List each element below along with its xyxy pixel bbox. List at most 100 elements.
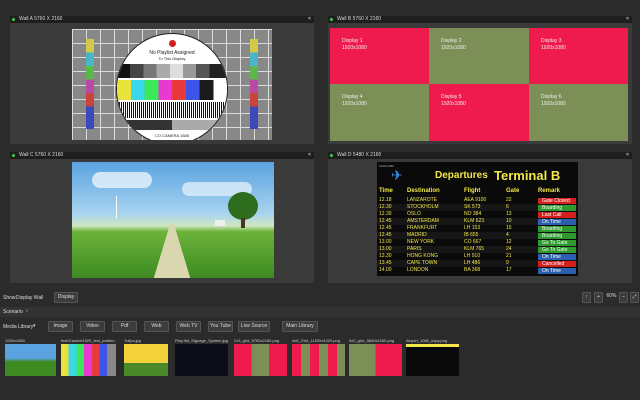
row-destination: NEW YORK <box>407 239 435 245</box>
tab-main-library[interactable]: Main Library <box>282 321 318 332</box>
display-name: Display 2 <box>441 38 462 44</box>
close-icon[interactable]: ✕ <box>625 17 630 22</box>
house-image <box>215 220 225 226</box>
path-image <box>152 224 192 278</box>
test-pattern-screen[interactable]: No Playlist Assigned To This Display CO … <box>72 29 272 140</box>
test-pattern-circle: No Playlist Assigned To This Display CO … <box>116 33 228 140</box>
row-flight: KLM 623 <box>464 218 485 224</box>
fullscreen-icon[interactable]: ⤢ <box>630 292 639 303</box>
chevron-down-icon[interactable]: ▾ <box>33 323 36 329</box>
display-res: 1920x1080 <box>541 101 566 107</box>
media-library-select[interactable]: Media Library <box>3 324 33 330</box>
wall-b-header: Wall B 5760 X 2160 ✕ <box>328 16 632 23</box>
row-time: 12.18 <box>379 197 392 203</box>
departure-row: 14.00 LONDON BA 368 17 On Time <box>377 267 577 274</box>
terminal-label: Terminal B <box>494 168 561 183</box>
wall-c-panel[interactable]: Wall C 5760 X 2160 ✕ <box>10 152 314 283</box>
display-tile-3[interactable]: Display 3 1920x1080 <box>529 28 628 84</box>
chevron-right-icon: › <box>26 308 28 314</box>
thumb-grid-4x6[interactable] <box>292 344 345 376</box>
display-tile-6[interactable]: Display 6 1920x1080 <box>529 84 628 141</box>
row-gate: 21 <box>506 253 512 259</box>
display-tile-5[interactable]: Display 5 1920x1080 <box>429 84 529 141</box>
tab-webtv[interactable]: Web TV <box>176 321 201 332</box>
row-flight: BA 368 <box>464 267 481 273</box>
tab-web[interactable]: Web <box>144 321 169 332</box>
thumb-test-pattern[interactable] <box>61 344 116 376</box>
departure-row: 12.30 OSLO NO 384 13 Last Call <box>377 211 577 218</box>
tab-video[interactable]: Video <box>80 321 105 332</box>
cloud-image <box>92 172 152 188</box>
zoom-level: 60% <box>606 293 617 299</box>
row-time: 13.30 <box>379 253 392 259</box>
status-dot-icon <box>330 154 333 157</box>
thumb-airport[interactable] <box>406 344 459 376</box>
close-icon[interactable]: ✕ <box>307 17 312 22</box>
thumb-landscape[interactable] <box>5 344 56 376</box>
zoom-out-button[interactable]: − <box>619 292 628 303</box>
row-destination: FRANKFURT <box>407 225 438 231</box>
display-res: 1920x1080 <box>441 101 466 107</box>
thumb-label: Tulips.jpg <box>124 338 141 343</box>
display-res: 1920x1080 <box>342 101 367 107</box>
wall-a-header: Wall A 5760 X 2160 ✕ <box>10 16 314 23</box>
status-dot-icon <box>330 18 333 21</box>
tree-image <box>228 192 258 220</box>
wall-d-title: Wall D 5480 X 2160 <box>337 152 382 158</box>
close-icon[interactable]: ✕ <box>625 153 630 158</box>
departure-row: 13.00 NEW YORK CO 667 12 Go To Gate <box>377 239 577 246</box>
close-icon[interactable]: ✕ <box>307 153 312 158</box>
row-destination: AMSTERDAM <box>407 218 439 224</box>
walls-scrollbar[interactable] <box>636 0 640 290</box>
thumb-signage[interactable] <box>175 344 228 376</box>
departure-row: 13.45 CAPE TOWN LH 486 9 Cancelled <box>377 260 577 267</box>
wall-a-panel[interactable]: Wall A 5760 X 2160 ✕ No Playlist Assigne… <box>10 16 314 144</box>
test-pattern-lower-band <box>117 120 227 130</box>
row-time: 13.45 <box>379 260 392 266</box>
scenario-bar[interactable]: Scenario › <box>0 307 640 317</box>
tab-live-source[interactable]: Live Source <box>238 321 270 332</box>
row-remark: On Time <box>538 268 576 274</box>
airplane-icon: ✈ <box>391 167 403 183</box>
thumb-tulips[interactable] <box>124 344 168 376</box>
row-gate: 17 <box>506 267 512 273</box>
display-button[interactable]: Display <box>54 292 78 303</box>
row-destination: LONDON <box>407 267 429 273</box>
display-tile-4[interactable]: Display 4 1920x1080 <box>330 84 429 141</box>
thumb-label: Airport_1080_copy.png <box>406 338 448 343</box>
thumb-label: 3x2_grid_5840x2160.png <box>349 338 395 343</box>
thumb-grid-2x3[interactable] <box>234 344 287 376</box>
test-pattern-right-bars <box>250 39 258 129</box>
display-tile-2[interactable]: Display 2 1920x1080 <box>429 28 529 84</box>
display-tile-1[interactable]: Display 1 1920x1080 <box>330 28 429 84</box>
library-bar: Media Library ▾ Image Video Pdf Web Web … <box>0 321 640 333</box>
tab-image[interactable]: Image <box>48 321 73 332</box>
thumb-label: 2x3_grid_5760x2160.png <box>234 338 280 343</box>
departures-screen[interactable]: 1920x1080 ✈ Departures Terminal B Time D… <box>377 162 578 276</box>
row-flight: IB 655 <box>464 232 479 238</box>
thumb-grid-3x2[interactable] <box>349 344 402 376</box>
display-grid[interactable]: Display 1 1920x1080 Display 2 1920x1080 Di… <box>330 28 628 141</box>
zoom-in-button[interactable]: + <box>594 292 603 303</box>
show-label: Show <box>3 295 16 301</box>
row-time: 12.45 <box>379 218 392 224</box>
row-flight: LH 153 <box>464 225 481 231</box>
thumb-label: 4x6_Grid_11520x4320.png <box>292 338 340 343</box>
row-flight: KLM 765 <box>464 246 485 252</box>
show-select[interactable]: Display Wall <box>16 295 43 301</box>
test-pattern-brand-text: CO CAMERA 1685 <box>154 133 189 138</box>
wall-d-panel[interactable]: Wall D 5480 X 2160 ✕ 1920x1080 ✈ Departu… <box>328 152 632 283</box>
display-res: 1920x1080 <box>441 45 466 51</box>
landscape-image-screen[interactable] <box>72 162 274 278</box>
row-flight: SK 573 <box>464 204 481 210</box>
row-time: 14.00 <box>379 267 392 273</box>
departure-row: 12.45 AMSTERDAM KLM 623 10 On Time <box>377 218 577 225</box>
col-flight: Flight <box>464 188 481 194</box>
tab-youtube[interactable]: You Tube <box>208 321 233 332</box>
thumb-label: Play-list_Signage_System.jpg <box>175 338 228 343</box>
zoom-up-button[interactable]: ↑ <box>582 292 591 303</box>
departure-row: 12.30 STOCKHOLM SK 573 6 Boarding <box>377 204 577 211</box>
tab-pdf[interactable]: Pdf <box>112 321 137 332</box>
wall-b-panel[interactable]: Wall B 5760 X 2160 ✕ Display 1 1920x1080 … <box>328 16 632 144</box>
row-gate: 4 <box>506 232 509 238</box>
